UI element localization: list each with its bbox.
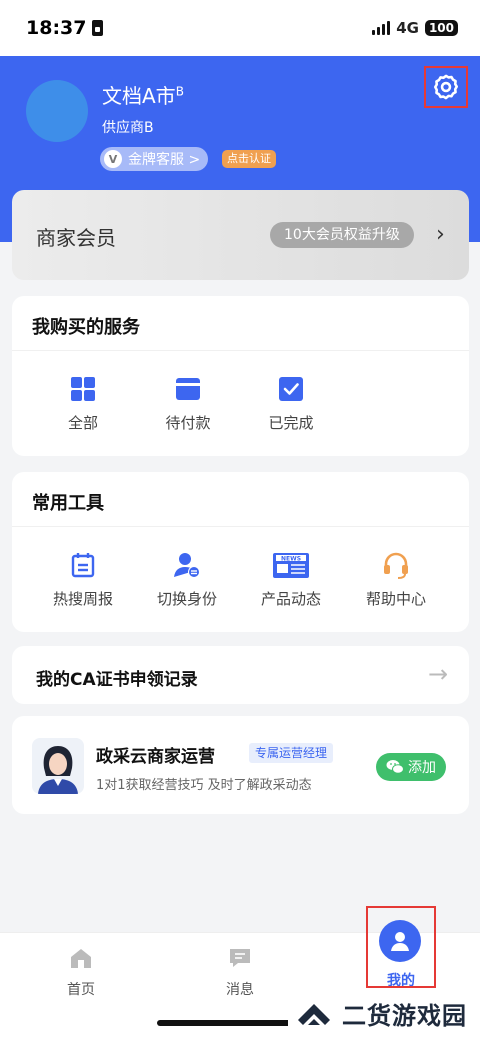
- gold-service-label: 金牌客服 >: [128, 152, 201, 168]
- avatar[interactable]: [26, 80, 88, 142]
- user-name-sup: B: [175, 84, 184, 99]
- divider: [12, 526, 469, 527]
- vip-icon: V: [104, 150, 122, 168]
- promo-desc: 1对1获取经营技巧 及时了解政采动态: [96, 778, 312, 793]
- service-done-label: 已完成: [268, 414, 314, 432]
- divider: [12, 350, 469, 351]
- status-right: 4G 100: [372, 19, 458, 37]
- verify-button[interactable]: 点击认证: [222, 150, 276, 168]
- tab-home[interactable]: 首页: [36, 947, 126, 999]
- tab-home-label: 首页: [67, 982, 95, 998]
- wechat-icon: [386, 760, 404, 774]
- promo-title: 政采云商家运营: [96, 747, 215, 767]
- services-title: 我购买的服务: [32, 317, 140, 338]
- tool-hot-weekly[interactable]: 热搜周报: [38, 550, 128, 609]
- status-bar: 18:37 4G 100: [0, 0, 480, 56]
- tool-switch-identity[interactable]: 切换身份: [142, 550, 232, 609]
- tools-title: 常用工具: [32, 493, 104, 514]
- home-icon: [71, 949, 91, 968]
- operation-manager-card: 政采云商家运营 专属运营经理 1对1获取经营技巧 及时了解政采动态 添加: [12, 716, 469, 814]
- watermark-text: 二货游戏园: [342, 1002, 467, 1030]
- svg-text:NEWS: NEWS: [281, 556, 301, 563]
- wallet-icon: [176, 378, 200, 400]
- ca-record-label: 我的CA证书申领记录: [36, 670, 198, 690]
- calendar-icon: [71, 553, 95, 578]
- signal-icon: [372, 21, 391, 35]
- services-card: 我购买的服务 全部 待付款 已完成: [12, 296, 469, 456]
- user-role: 供应商B: [102, 120, 154, 136]
- service-pending-label: 待付款: [165, 414, 211, 432]
- member-upgrade-pill[interactable]: 10大会员权益升级: [270, 222, 414, 248]
- add-wechat-button[interactable]: 添加: [376, 753, 446, 781]
- tool-switch-identity-label: 切换身份: [156, 590, 217, 608]
- add-label: 添加: [408, 760, 436, 776]
- battery-icon: 100: [424, 20, 458, 36]
- tab-messages[interactable]: 消息: [195, 947, 285, 999]
- network-label: 4G: [396, 19, 419, 37]
- tool-product-news-label: 产品动态: [260, 590, 321, 608]
- service-all-label: 全部: [67, 414, 98, 432]
- woman-avatar-icon: [38, 746, 78, 794]
- sim-icon: [92, 20, 104, 36]
- watermark: 二货游戏园: [288, 990, 480, 1037]
- settings-button[interactable]: [424, 66, 468, 108]
- news-icon: NEWS: [273, 553, 309, 578]
- status-time: 18:37: [26, 17, 104, 39]
- user-name[interactable]: 文档A市B: [102, 80, 184, 109]
- arrow-right-icon: →: [428, 660, 449, 688]
- member-card[interactable]: 商家会员 10大会员权益升级 ›: [12, 190, 469, 280]
- grid-icon: [71, 377, 95, 401]
- watermark-logo-icon: [298, 1003, 330, 1025]
- tool-help-center-label: 帮助中心: [365, 590, 426, 608]
- time-text: 18:37: [26, 17, 87, 39]
- gold-service-button[interactable]: V 金牌客服 >: [100, 147, 209, 171]
- ca-record-row[interactable]: 我的CA证书申领记录 →: [12, 646, 469, 704]
- promo-tag: 专属运营经理: [249, 743, 334, 763]
- service-pending[interactable]: 待付款: [143, 374, 233, 433]
- tools-card: 常用工具 热搜周报 切换身份 NEWS 产品动态 帮助中心: [12, 472, 469, 632]
- member-title: 商家会员: [36, 226, 116, 250]
- user-switch-icon: [174, 553, 200, 578]
- chevron-right-icon: ›: [436, 222, 445, 247]
- gear-icon: [433, 74, 459, 100]
- headset-icon: [384, 552, 408, 579]
- check-icon: [279, 377, 303, 401]
- tab-mine-highlight: [366, 906, 436, 988]
- tool-help-center[interactable]: 帮助中心: [351, 550, 441, 609]
- user-name-text: 文档A市: [102, 84, 176, 108]
- service-done[interactable]: 已完成: [246, 374, 336, 433]
- manager-avatar: [32, 738, 84, 794]
- tab-messages-label: 消息: [226, 982, 254, 998]
- message-icon: [230, 949, 250, 967]
- service-all[interactable]: 全部: [38, 374, 128, 433]
- tool-product-news[interactable]: NEWS 产品动态: [246, 550, 336, 609]
- tool-hot-weekly-label: 热搜周报: [52, 590, 113, 608]
